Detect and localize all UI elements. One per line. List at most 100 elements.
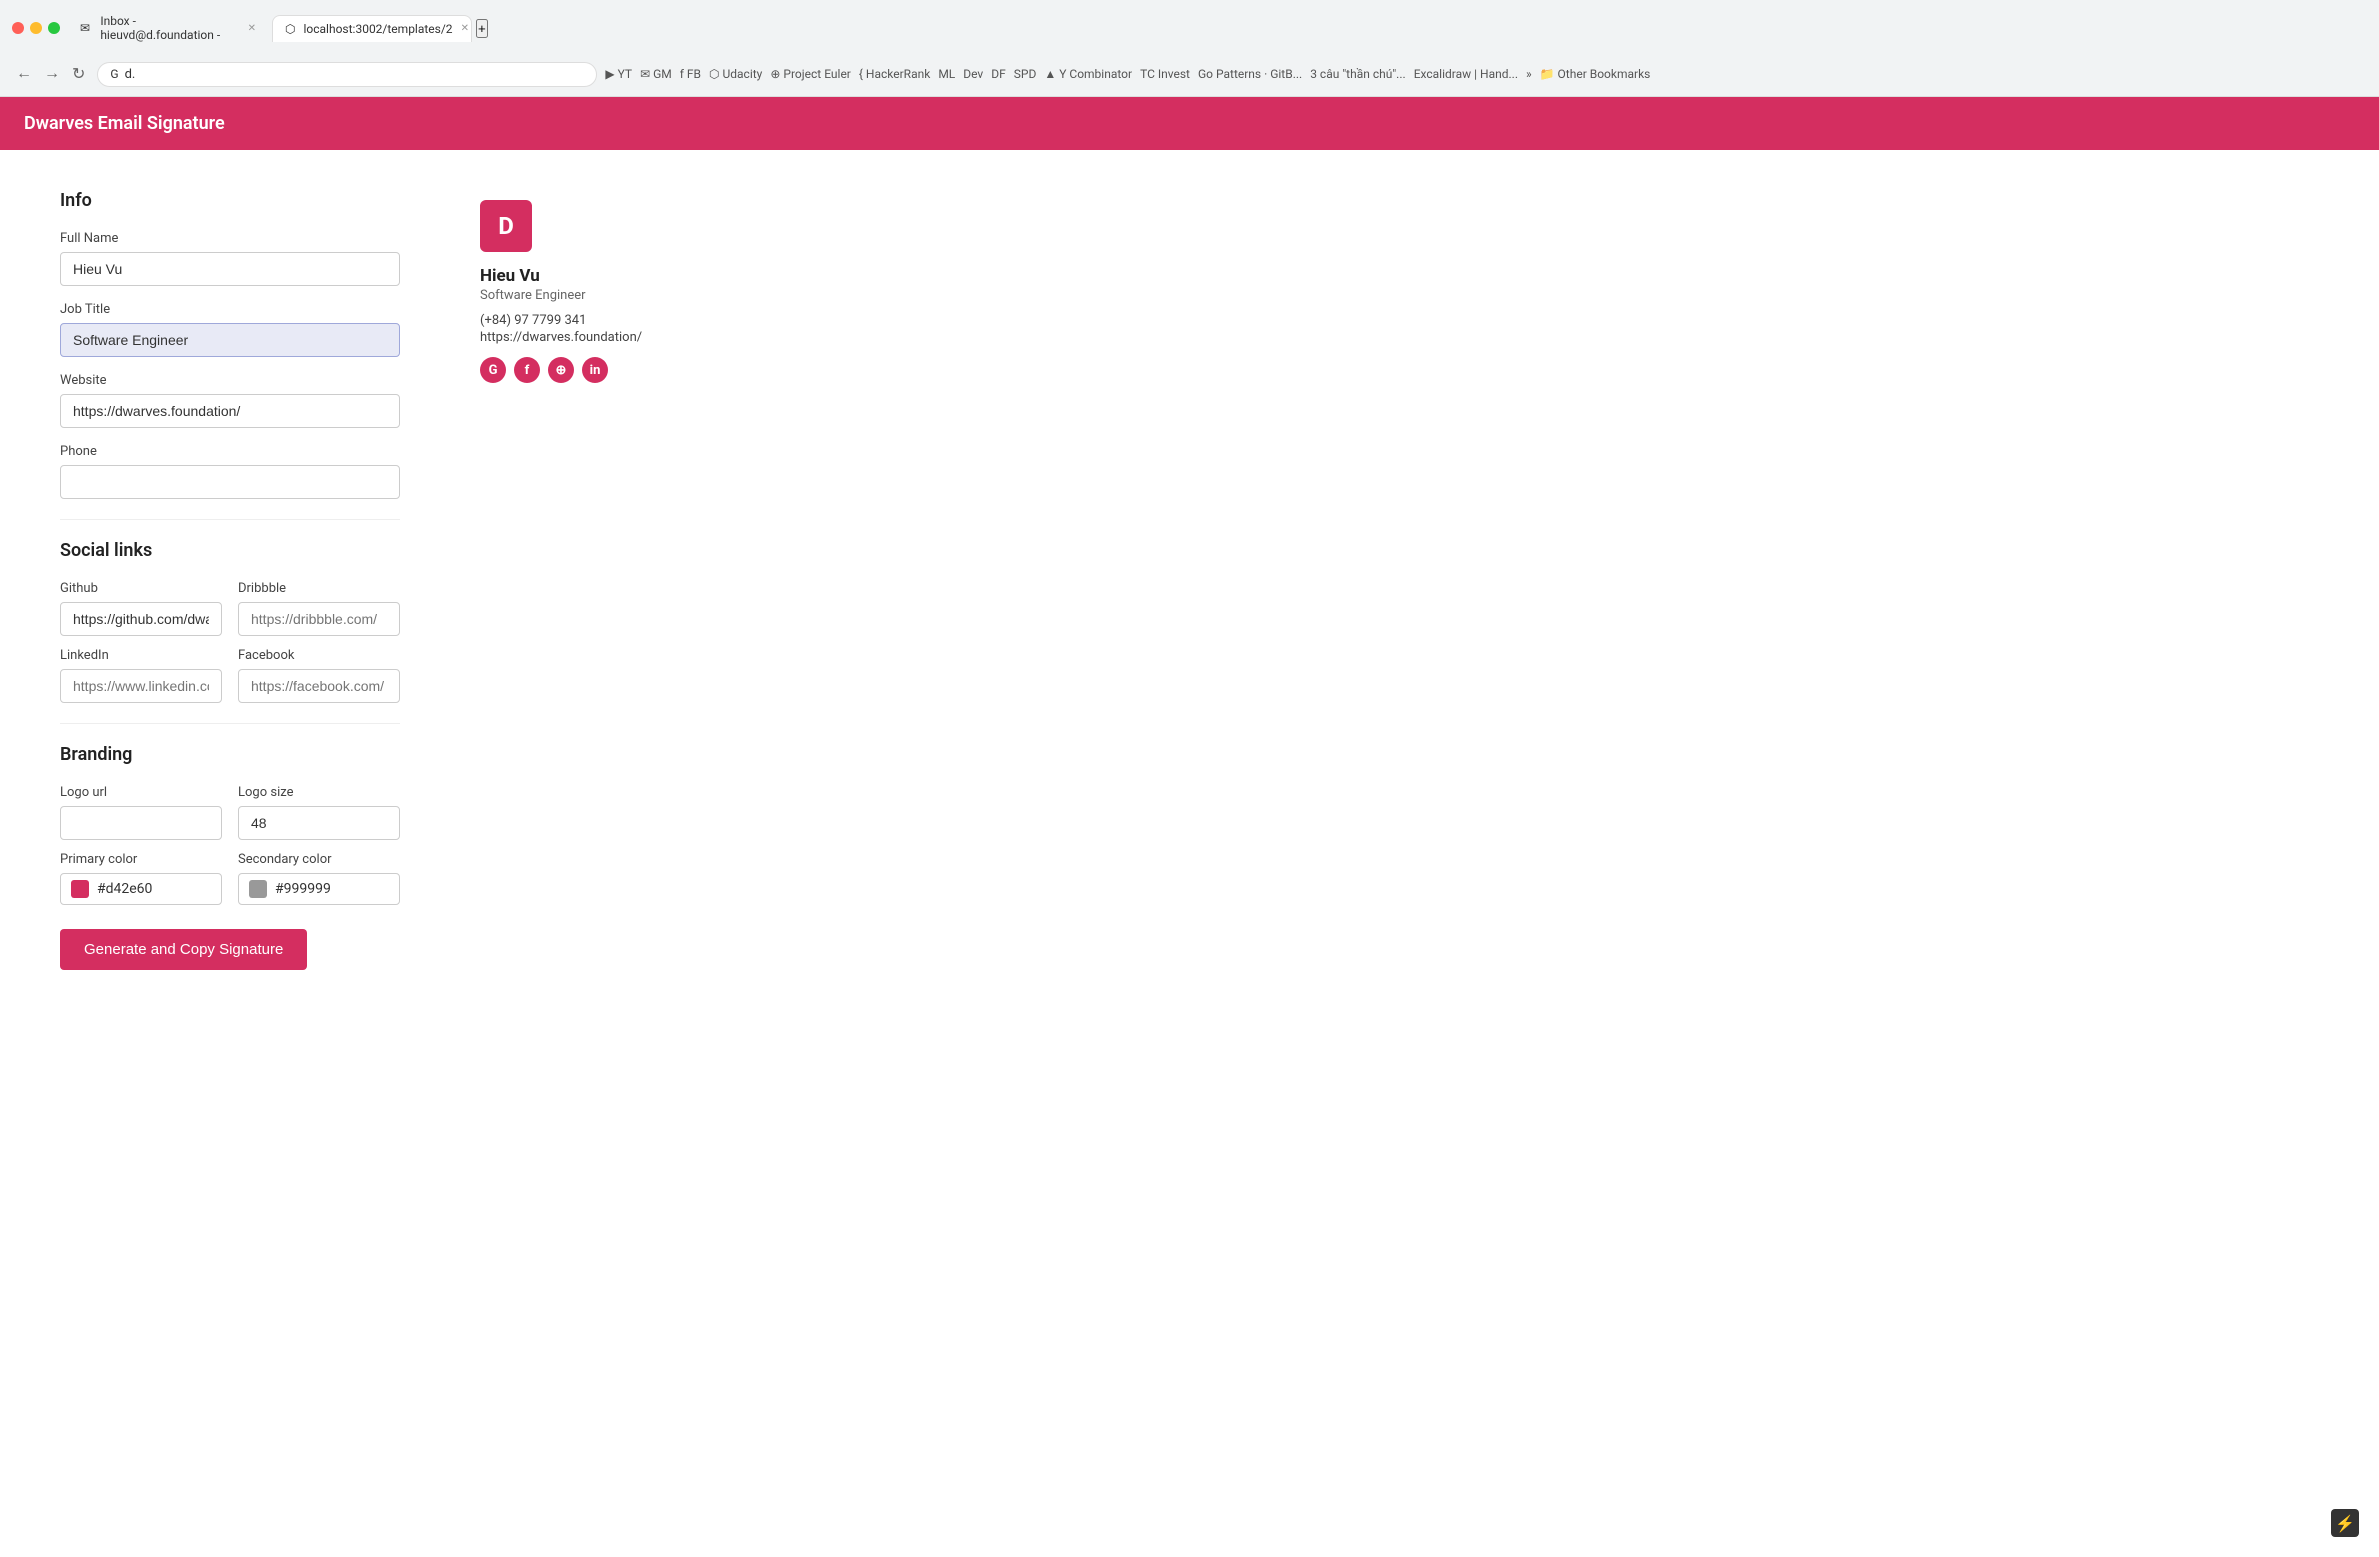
website-field-group: Website (60, 373, 400, 428)
bookmark-hackerrank[interactable]: { HackerRank (859, 67, 930, 81)
primary-color-field[interactable]: #d42e60 (60, 873, 222, 905)
browser-titlebar: ✉ Inbox - hieuvd@d.foundation - ✕ ⬡ loca… (0, 0, 2379, 56)
generate-signature-button[interactable]: Generate and Copy Signature (60, 929, 307, 970)
website-input[interactable] (60, 394, 400, 428)
bookmark-udacity[interactable]: ⬡ Udacity (709, 67, 762, 81)
dribbble-social-icon: ⊕ (548, 357, 574, 383)
dribbble-input[interactable] (238, 602, 400, 636)
gmail-tab-label: Inbox - hieuvd@d.foundation - (100, 14, 239, 42)
preview-logo: D (480, 200, 532, 252)
minimize-window-dot[interactable] (30, 22, 42, 34)
browser-tabs: ✉ Inbox - hieuvd@d.foundation - ✕ ⬡ loca… (68, 8, 2367, 48)
bookmark-ml[interactable]: ML (938, 67, 955, 81)
logo-size-label: Logo size (238, 785, 400, 800)
preview-job-title: Software Engineer (480, 288, 642, 303)
phone-input[interactable] (60, 465, 400, 499)
full-name-input[interactable] (60, 252, 400, 286)
facebook-input[interactable] (238, 669, 400, 703)
secondary-color-field-group: Secondary color #999999 (238, 852, 400, 905)
logo-url-label: Logo url (60, 785, 222, 800)
full-name-label: Full Name (60, 231, 400, 246)
branding-grid: Logo url Logo size Primary color #d42e60… (60, 785, 400, 905)
linkedin-field-group: LinkedIn (60, 648, 222, 703)
bookmark-gm[interactable]: ✉ GM (640, 67, 672, 81)
bookmark-ycombinator[interactable]: ▲ Y Combinator (1044, 67, 1132, 81)
app-title: Dwarves Email Signature (24, 113, 225, 134)
browser-tab-gmail[interactable]: ✉ Inbox - hieuvd@d.foundation - ✕ (68, 8, 268, 48)
bookmark-yt[interactable]: ▶ YT (605, 67, 632, 81)
browser-addressbar: ← → ↻ G d. ▶ YT ✉ GM f FB ⬡ Udacity ⊕ Pr… (0, 56, 2379, 96)
maximize-window-dot[interactable] (48, 22, 60, 34)
bookmark-spd[interactable]: SPD (1014, 67, 1037, 81)
bookmark-more[interactable]: » (1526, 67, 1532, 81)
lightning-bolt-icon: ⚡ (2331, 1509, 2359, 1537)
logo-size-field-group: Logo size (238, 785, 400, 840)
gmail-tab-close[interactable]: ✕ (248, 23, 256, 34)
secondary-color-field[interactable]: #999999 (238, 873, 400, 905)
dribbble-label: Dribbble (238, 581, 400, 596)
browser-nav: ← → ↻ (12, 60, 89, 88)
info-section-title: Info (60, 190, 400, 211)
preview-website: https://dwarves.foundation/ (480, 330, 642, 345)
website-label: Website (60, 373, 400, 388)
preview-name: Hieu Vu (480, 266, 642, 286)
bookmark-dev[interactable]: Dev (963, 67, 983, 81)
reload-button[interactable]: ↻ (68, 60, 89, 88)
bookmark-excalidraw[interactable]: Excalidraw | Hand... (1414, 67, 1518, 81)
back-button[interactable]: ← (12, 61, 36, 87)
url-favicon: G (110, 67, 118, 81)
url-text: d. (125, 67, 136, 82)
app-tab-close[interactable]: ✕ (461, 23, 469, 34)
app-favicon: ⬡ (285, 22, 295, 36)
logo-url-input[interactable] (60, 806, 222, 840)
browser-chrome: ✉ Inbox - hieuvd@d.foundation - ✕ ⬡ loca… (0, 0, 2379, 97)
divider-1 (60, 519, 400, 520)
app-tab-label: localhost:3002/templates/2 (303, 22, 452, 36)
linkedin-social-icon: in (582, 357, 608, 383)
facebook-social-icon: f (514, 357, 540, 383)
facebook-label: Facebook (238, 648, 400, 663)
github-input[interactable] (60, 602, 222, 636)
bookmark-euler[interactable]: ⊕ Project Euler (770, 67, 851, 81)
facebook-field-group: Facebook (238, 648, 400, 703)
primary-color-swatch (71, 880, 89, 898)
forward-button[interactable]: → (40, 61, 64, 87)
primary-color-field-group: Primary color #d42e60 (60, 852, 222, 905)
close-window-dot[interactable] (12, 22, 24, 34)
address-bar[interactable]: G d. (97, 62, 597, 87)
browser-tab-app[interactable]: ⬡ localhost:3002/templates/2 ✕ (272, 15, 472, 42)
new-tab-button[interactable]: + (476, 19, 488, 38)
social-links-title: Social links (60, 540, 400, 561)
github-label: Github (60, 581, 222, 596)
primary-color-value: #d42e60 (97, 881, 152, 897)
bookmark-tcinvest[interactable]: TC Invest (1140, 67, 1190, 81)
main-content: Info Full Name Job Title Website Phone S… (0, 150, 1200, 1010)
linkedin-label: LinkedIn (60, 648, 222, 663)
logo-size-input[interactable] (238, 806, 400, 840)
job-title-input[interactable] (60, 323, 400, 357)
branding-title: Branding (60, 744, 400, 765)
linkedin-input[interactable] (60, 669, 222, 703)
secondary-color-value: #999999 (275, 881, 331, 897)
github-field-group: Github (60, 581, 222, 636)
secondary-color-label: Secondary color (238, 852, 400, 867)
bookmarks-bar: ▶ YT ✉ GM f FB ⬡ Udacity ⊕ Project Euler… (605, 67, 1650, 81)
preview-phone: (+84) 97 7799 341 (480, 313, 642, 328)
bookmark-df[interactable]: DF (991, 67, 1006, 81)
bookmark-gopatterns[interactable]: Go Patterns · GitB... (1198, 67, 1302, 81)
bookmark-other[interactable]: 📁 Other Bookmarks (1540, 67, 1651, 81)
social-links-grid: Github Dribbble LinkedIn Facebook (60, 581, 400, 703)
preview-section: D Hieu Vu Software Engineer (+84) 97 779… (480, 190, 642, 970)
logo-url-field-group: Logo url (60, 785, 222, 840)
phone-label: Phone (60, 444, 400, 459)
divider-2 (60, 723, 400, 724)
job-title-label: Job Title (60, 302, 400, 317)
github-social-icon: G (480, 357, 506, 383)
bookmark-3cau[interactable]: 3 câu "thần chú"... (1310, 67, 1405, 81)
phone-field-group: Phone (60, 444, 400, 499)
dribbble-field-group: Dribbble (238, 581, 400, 636)
secondary-color-swatch (249, 880, 267, 898)
bookmark-fb[interactable]: f FB (680, 67, 701, 81)
form-section: Info Full Name Job Title Website Phone S… (60, 190, 400, 970)
gmail-favicon: ✉ (80, 21, 92, 35)
